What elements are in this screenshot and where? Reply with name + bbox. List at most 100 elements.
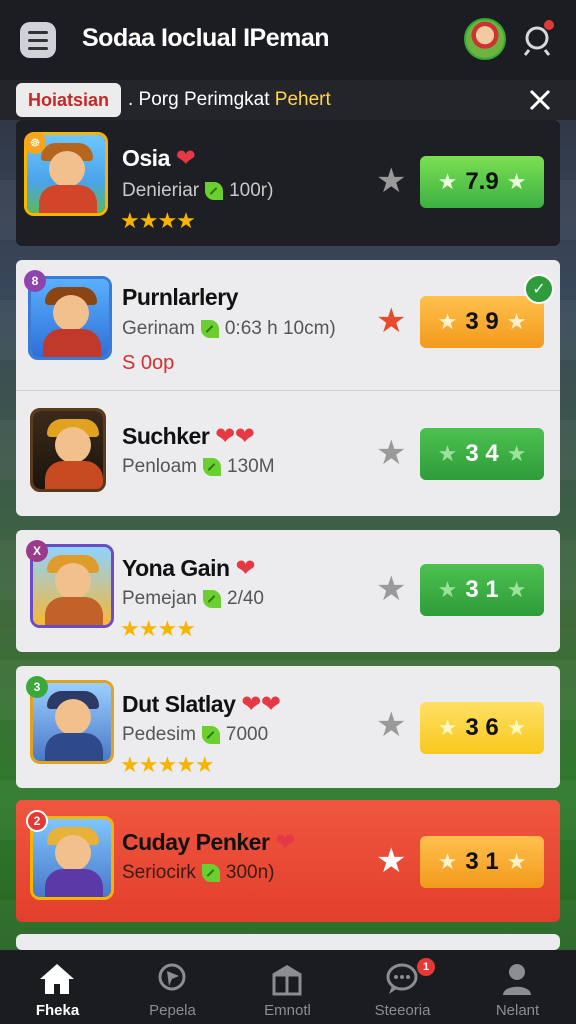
meta-label: Pemejan [122,588,197,609]
heart-icon: ❤ [275,829,295,856]
item-name: Dut Slatlay [122,691,236,717]
corner-badge: X [26,540,48,562]
nav-badge: 1 [417,958,435,976]
rating-stars: ★★★★ [120,208,196,233]
list-item[interactable]: Suchker ❤❤ Penloam 130M ★ ★ 3 4 ★ [16,390,560,516]
corner-badge: 2 [26,810,48,832]
chat-icon [386,963,418,994]
star-icon: ★ [506,849,527,874]
leaf-icon [205,182,224,200]
item-meta: Pemejan 2/40 [122,588,264,610]
close-icon[interactable] [526,86,554,114]
banner-text-prefix: . Porg Perimgkat [128,89,270,110]
item-meta: Denieriar 100r) [122,180,273,202]
nav-steeoria[interactable]: 1 Steeoria [345,950,460,1024]
score-button[interactable]: ★ 3 6 ★ [420,702,544,754]
bell-icon[interactable] [520,20,556,58]
list-item-partial [16,934,560,950]
item-title: Suchker ❤❤ [122,422,255,451]
banner-text: . Porg Perimgkat Pehert [128,89,331,111]
star-icon: ★ [437,441,458,466]
nav-home[interactable]: Fheka [0,950,115,1024]
avatar-icon[interactable] [464,18,506,60]
star-icon: ★ [437,577,458,602]
score-value: 3 1 [465,576,499,603]
list-item[interactable]: 3 Dut Slatlay ❤❤ Pedesim 7000 ★★★★★ ★ ★ … [16,666,560,788]
score-value: 3 4 [465,440,499,467]
item-name: Cuday Penker [122,829,270,855]
star-icon: ★ [506,577,527,602]
leaf-icon [201,864,220,882]
item-meta: Pedesim 7000 [122,724,268,746]
score-button[interactable]: ★ 3 1 ★ [420,836,544,888]
corner-badge: 8 [24,270,46,292]
score-button[interactable]: ★ 3 1 ★ [420,564,544,616]
home-icon [40,964,74,994]
nav-label: Emnotl [264,1002,311,1019]
star-icon: ★ [437,309,458,334]
check-icon: ✓ [524,274,554,304]
meta-label: Seriocirk [122,862,196,883]
star-icon: ★ [437,849,458,874]
nav-label: Steeoria [374,1002,431,1019]
app-title: Sodaa Ioclual IPeman [82,24,330,52]
score-button[interactable]: ★ 3 9 ★ [420,296,544,348]
score-value: 7.9 [465,168,499,195]
heart-icon: ❤ [235,555,256,582]
meta-value: 7000 [225,724,269,745]
score-button[interactable]: ★ 3 4 ★ [420,428,544,480]
item-name: Yona Gain [122,555,230,581]
menu-icon[interactable] [20,22,56,58]
star-icon: ★ [437,715,458,740]
star-icon: ★ [506,715,527,740]
banner-text-highlight: Pehert [274,89,331,110]
nav-nelant[interactable]: Nelant [460,950,575,1024]
favorite-star-icon[interactable]: ★ [376,304,406,338]
favorite-star-icon[interactable]: ★ [376,436,406,470]
favorite-star-icon[interactable]: ★ [376,708,406,742]
bottom-nav: Fheka Pepela Emnotl 1 Steeoria Nelant [0,950,576,1024]
list-item[interactable]: 8 Purnlarlery Gerinam 0:63 h 10cm) S 0op… [16,260,560,390]
item-price: S 0op [122,352,175,374]
list-group: 8 Purnlarlery Gerinam 0:63 h 10cm) S 0op… [16,260,560,516]
rating-stars: ★★★★ [120,616,196,641]
star-icon: ★ [506,169,527,194]
leaf-icon [201,726,220,744]
store-icon [272,965,302,996]
star-icon: ★ [506,441,527,466]
item-name: Suchker [122,423,210,449]
nav-label: Pepela [149,1002,196,1019]
game-thumbnail [30,408,106,492]
meta-label: Pedesim [122,724,196,745]
meta-value: 0:63 h 10cm) [224,318,336,339]
leaf-icon [203,458,221,476]
item-name: Osia [122,145,170,171]
item-title: Cuday Penker ❤ [122,828,295,857]
nav-label: Nelant [495,1002,540,1019]
list-item[interactable]: 2 Cuday Penker ❤ Seriocirk 300n) ★ ★ 3 1… [16,800,560,922]
favorite-star-icon[interactable]: ★ [376,844,406,878]
banner-badge: Hoiatsian [16,83,122,117]
list-item[interactable]: X Yona Gain ❤ Pemejan 2/40 ★★★★ ★ ★ 3 1 … [16,530,560,652]
star-icon: ★ [437,169,458,194]
meta-label: Gerinam [122,318,195,339]
item-meta: Seriocirk 300n) [122,862,275,884]
score-button[interactable]: ★ 7.9 ★ [420,156,544,208]
score-value: 3 6 [465,714,499,741]
heart-icon: ❤❤ [215,423,255,450]
favorite-star-icon[interactable]: ★ [376,164,406,198]
pin-icon [158,963,186,991]
item-title: Yona Gain ❤ [122,554,256,583]
score-value: 3 1 [465,848,499,875]
notification-dot [544,20,554,30]
list-item[interactable]: ☸ Osia ❤ Denieriar 100r) ★★★★ ★ ★ 7.9 ★ [16,120,560,246]
favorite-star-icon[interactable]: ★ [376,572,406,606]
star-icon: ★ [506,309,527,334]
nav-pepela[interactable]: Pepela [115,950,230,1024]
heart-icon: ❤ [175,145,196,172]
corner-badge: ☸ [24,132,46,154]
meta-value: 300n) [225,862,275,883]
nav-emnotl[interactable]: Emnotl [230,950,345,1024]
item-name: Purnlarlery [122,284,238,310]
nav-label: Fheka [35,1002,80,1019]
